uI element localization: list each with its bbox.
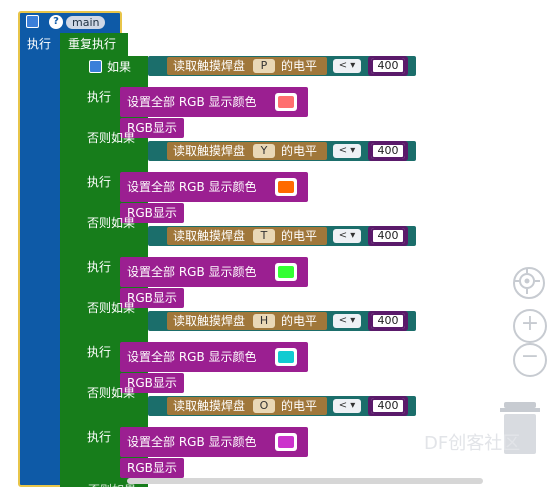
- read-suffix-label: 的电平: [281, 229, 318, 243]
- color-swatch[interactable]: [275, 433, 297, 451]
- else-if-label: 否则如果: [87, 301, 136, 315]
- compare-operator-dropdown[interactable]: < ▾: [333, 144, 361, 158]
- read-touch-pad-label: 读取触摸焊盘: [173, 144, 246, 158]
- read-suffix-label: 的电平: [281, 399, 318, 413]
- zoom-in-icon[interactable]: +: [513, 309, 547, 343]
- set-rgb-label: 设置全部 RGB 显示颜色: [127, 265, 257, 279]
- repeat-label: 重复执行: [68, 37, 117, 51]
- main-do-label: 执行: [27, 37, 52, 51]
- else-if-label: 否则如果: [87, 216, 136, 230]
- operator-value: <: [338, 315, 348, 326]
- color-swatch[interactable]: [275, 348, 297, 366]
- do-label: 执行: [87, 260, 112, 274]
- else-if-partial-label: 否则如果: [88, 483, 137, 497]
- color-swatch-fill: [278, 266, 294, 278]
- threshold-number-field[interactable]: 400: [371, 143, 405, 159]
- set-rgb-label: 设置全部 RGB 显示颜色: [127, 95, 257, 109]
- set-rgb-label: 设置全部 RGB 显示颜色: [127, 350, 257, 364]
- compare-operator-dropdown[interactable]: < ▾: [333, 59, 361, 73]
- color-swatch[interactable]: [275, 93, 297, 111]
- color-swatch[interactable]: [275, 263, 297, 281]
- read-touch-pad-label: 读取触摸焊盘: [173, 229, 246, 243]
- compare-operator-dropdown[interactable]: < ▾: [333, 229, 361, 243]
- gear-icon[interactable]: [89, 60, 102, 73]
- operator-value: <: [338, 230, 348, 241]
- do-label: 执行: [87, 90, 112, 104]
- read-touch-pad-label: 读取触摸焊盘: [173, 314, 246, 328]
- read-suffix-label: 的电平: [281, 144, 318, 158]
- touch-pad-channel-dropdown[interactable]: Y: [253, 144, 275, 158]
- operator-value: <: [338, 60, 348, 71]
- center-target-icon[interactable]: [513, 267, 545, 299]
- color-swatch-fill: [278, 181, 294, 193]
- read-suffix-label: 的电平: [281, 314, 318, 328]
- touch-pad-channel-dropdown[interactable]: T: [253, 229, 275, 243]
- help-icon[interactable]: ?: [49, 15, 63, 29]
- touch-pad-channel-dropdown[interactable]: P: [253, 59, 275, 73]
- if-label: 如果: [107, 60, 132, 74]
- threshold-number-field[interactable]: 400: [371, 398, 405, 414]
- set-rgb-label: 设置全部 RGB 显示颜色: [127, 180, 257, 194]
- color-swatch-fill: [278, 96, 294, 108]
- color-swatch-fill: [278, 351, 294, 363]
- touch-pad-channel-dropdown[interactable]: O: [253, 399, 275, 413]
- else-if-label: 否则如果: [87, 386, 136, 400]
- operator-value: <: [338, 400, 348, 411]
- do-label: 执行: [87, 345, 112, 359]
- read-suffix-label: 的电平: [281, 59, 318, 73]
- else-if-label: 否则如果: [87, 131, 136, 145]
- function-name-field[interactable]: main: [66, 16, 106, 29]
- read-touch-pad-label: 读取触摸焊盘: [173, 399, 246, 413]
- compare-operator-dropdown[interactable]: < ▾: [333, 399, 361, 413]
- read-touch-pad-label: 读取触摸焊盘: [173, 59, 246, 73]
- do-label: 执行: [87, 430, 112, 444]
- color-swatch-fill: [278, 436, 294, 448]
- touch-pad-channel-dropdown[interactable]: H: [253, 314, 275, 328]
- threshold-number-field[interactable]: 400: [371, 228, 405, 244]
- threshold-number-field[interactable]: 400: [371, 58, 405, 74]
- operator-value: <: [338, 145, 348, 156]
- watermark-text: DF创客社区: [424, 433, 521, 454]
- gear-icon[interactable]: [26, 15, 39, 28]
- compare-operator-dropdown[interactable]: < ▾: [333, 314, 361, 328]
- color-swatch[interactable]: [275, 178, 297, 196]
- threshold-number-field[interactable]: 400: [371, 313, 405, 329]
- horizontal-scrollbar[interactable]: [127, 478, 483, 484]
- do-label: 执行: [87, 175, 112, 189]
- set-rgb-label: 设置全部 RGB 显示颜色: [127, 435, 257, 449]
- zoom-out-icon[interactable]: −: [513, 343, 547, 377]
- rgb-show-label: RGB显示: [127, 461, 177, 475]
